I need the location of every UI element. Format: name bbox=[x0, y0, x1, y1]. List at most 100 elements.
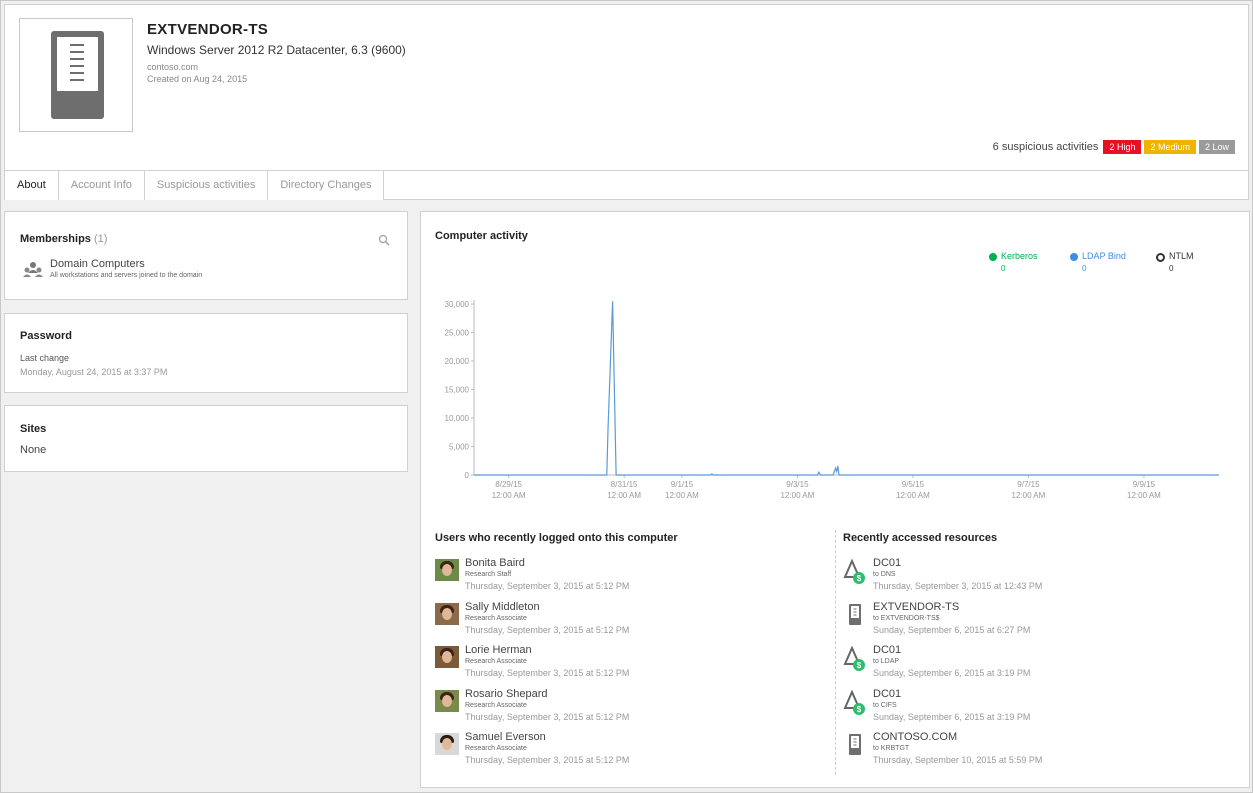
resources-title: Recently accessed resources bbox=[843, 532, 998, 544]
user-login-time: Thursday, September 3, 2015 at 5:12 PM bbox=[465, 668, 630, 678]
group-description: All workstations and servers joined to t… bbox=[50, 272, 203, 279]
suspicious-count: 6 suspicious activities bbox=[992, 141, 1099, 153]
created-date: Created on Aug 24, 2015 bbox=[147, 74, 248, 84]
resource-name[interactable]: EXTVENDOR-TS bbox=[873, 601, 959, 613]
x-tick-time: 12:00 AM bbox=[492, 491, 526, 500]
high-badge[interactable]: 2 High bbox=[1103, 140, 1142, 154]
group-icon bbox=[23, 262, 43, 277]
computer-thumbnail bbox=[19, 18, 133, 132]
x-tick-date: 9/3/15 bbox=[786, 480, 809, 489]
resource-target: to KRBTGT bbox=[873, 745, 910, 752]
activity-chart: 0 5,000 10,000 15,000 20,000 25,000 30,000 8/29… bbox=[445, 300, 1219, 500]
password-card: Password Last change Monday, August 24, … bbox=[4, 313, 408, 393]
x-tick-time: 12:00 AM bbox=[665, 491, 699, 500]
user-name[interactable]: Sally Middleton bbox=[465, 601, 540, 613]
sites-card: Sites None bbox=[4, 405, 408, 472]
x-tick-date: 9/1/15 bbox=[671, 480, 694, 489]
user-role: Research Associate bbox=[465, 745, 527, 752]
users-list: Bonita Baird Research Staff Thursday, Se… bbox=[435, 557, 825, 779]
tab-directory-changes[interactable]: Directory Changes bbox=[268, 171, 385, 200]
memberships-card: Memberships (1) Domain Computers All wor… bbox=[4, 211, 408, 300]
user-name[interactable]: Rosario Shepard bbox=[465, 688, 548, 700]
user-login-time: Thursday, September 3, 2015 at 5:12 PM bbox=[465, 625, 630, 635]
user-role: Research Staff bbox=[465, 571, 512, 578]
x-tick-time: 12:00 AM bbox=[1127, 491, 1161, 500]
ldap-dot bbox=[1070, 253, 1078, 261]
tab-account-info[interactable]: Account Info bbox=[58, 171, 145, 200]
search-icon[interactable] bbox=[378, 234, 390, 246]
computer-icon bbox=[849, 604, 861, 625]
y-tick-label: 20,000 bbox=[445, 357, 470, 366]
resource-time: Sunday, September 6, 2015 at 6:27 PM bbox=[873, 625, 1031, 635]
legend-kerberos-value: 0 bbox=[1001, 264, 1006, 273]
legend-kerberos-label: Kerberos bbox=[1001, 251, 1038, 261]
memberships-title: Memberships (1) bbox=[20, 233, 107, 245]
kerberos-dot bbox=[989, 253, 997, 261]
tab-suspicious-activities[interactable]: Suspicious activities bbox=[144, 171, 269, 200]
y-tick-label: 15,000 bbox=[445, 386, 470, 395]
tab-about[interactable]: About bbox=[5, 171, 59, 200]
activity-card: Computer activity Kerberos 0 LDAP Bind 0… bbox=[420, 211, 1250, 788]
x-tick-time: 12:00 AM bbox=[607, 491, 641, 500]
user-login-time: Thursday, September 3, 2015 at 5:12 PM bbox=[465, 755, 630, 765]
x-tick-time: 12:00 AM bbox=[1012, 491, 1046, 500]
legend-ldap-value: 0 bbox=[1082, 264, 1087, 273]
x-tick-date: 9/7/15 bbox=[1017, 480, 1040, 489]
resource-name[interactable]: DC01 bbox=[873, 688, 901, 700]
resource-time: Thursday, September 10, 2015 at 5:59 PM bbox=[873, 755, 1043, 765]
list-divider bbox=[835, 530, 836, 775]
users-title: Users who recently logged onto this comp… bbox=[435, 532, 678, 544]
user-avatar bbox=[435, 646, 459, 668]
resource-target: to CIFS bbox=[873, 702, 897, 709]
legend-ntlm-value: 0 bbox=[1169, 264, 1174, 273]
entity-header: EXTVENDOR-TS Windows Server 2012 R2 Data… bbox=[4, 4, 1249, 200]
memberships-count: (1) bbox=[93, 233, 108, 245]
legend-kerberos[interactable]: Kerberos 0 bbox=[989, 251, 1038, 273]
resource-time: Sunday, September 6, 2015 at 3:19 PM bbox=[873, 668, 1031, 678]
resource-target: to DNS bbox=[873, 571, 896, 578]
medium-badge[interactable]: 2 Medium bbox=[1144, 140, 1196, 154]
page-title: EXTVENDOR-TS bbox=[147, 21, 269, 38]
x-tick-date: 8/31/15 bbox=[611, 480, 638, 489]
x-tick-time: 12:00 AM bbox=[896, 491, 930, 500]
svg-text:$: $ bbox=[857, 661, 862, 670]
resource-target: to LDAP bbox=[873, 658, 900, 665]
legend-ntlm[interactable]: NTLM 0 bbox=[1156, 251, 1194, 273]
memberships-label: Memberships bbox=[20, 233, 91, 245]
resource-time: Sunday, September 6, 2015 at 3:19 PM bbox=[873, 712, 1031, 722]
svg-text:$: $ bbox=[857, 705, 862, 714]
legend-ldap-bind[interactable]: LDAP Bind 0 bbox=[1070, 251, 1126, 273]
legend-ntlm-label: NTLM bbox=[1169, 251, 1194, 261]
password-last-change-value: Monday, August 24, 2015 at 3:37 PM bbox=[20, 367, 168, 377]
sites-value: None bbox=[20, 444, 47, 456]
legend-ldap-label: LDAP Bind bbox=[1082, 251, 1126, 261]
x-tick-date: 9/9/15 bbox=[1133, 480, 1156, 489]
password-title: Password bbox=[20, 330, 72, 342]
y-tick-label: 5,000 bbox=[449, 443, 470, 452]
tab-bar: About Account Info Suspicious activities… bbox=[5, 170, 1248, 200]
activity-title: Computer activity bbox=[435, 230, 528, 242]
low-badge[interactable]: 2 Low bbox=[1198, 140, 1235, 154]
svg-text:$: $ bbox=[857, 574, 862, 583]
resource-name[interactable]: CONTOSO.COM bbox=[873, 731, 957, 743]
x-tick-date: 9/5/15 bbox=[902, 480, 925, 489]
user-name[interactable]: Lorie Herman bbox=[465, 644, 532, 656]
user-name[interactable]: Samuel Everson bbox=[465, 731, 546, 743]
user-role: Research Associate bbox=[465, 702, 527, 709]
sites-title: Sites bbox=[20, 423, 47, 435]
computer-icon bbox=[51, 31, 104, 119]
computer-icon bbox=[849, 734, 861, 755]
ntlm-dot bbox=[1156, 253, 1165, 262]
resource-name[interactable]: DC01 bbox=[873, 644, 901, 656]
resource-name[interactable]: DC01 bbox=[873, 557, 901, 569]
group-name[interactable]: Domain Computers bbox=[50, 258, 145, 270]
user-role: Research Associate bbox=[465, 658, 527, 665]
series-line-ldap-bind bbox=[474, 301, 1219, 476]
y-tick-label: 25,000 bbox=[445, 329, 470, 338]
resources-list: $ DC01 to DNS Thursday, September 3, 201… bbox=[843, 557, 1233, 779]
user-name[interactable]: Bonita Baird bbox=[465, 557, 525, 569]
domain-controller-icon: $ bbox=[843, 646, 865, 671]
domain-name: contoso.com bbox=[147, 62, 199, 72]
domain-controller-icon: $ bbox=[843, 690, 865, 715]
os-version: Windows Server 2012 R2 Datacenter, 6.3 (… bbox=[147, 43, 406, 57]
